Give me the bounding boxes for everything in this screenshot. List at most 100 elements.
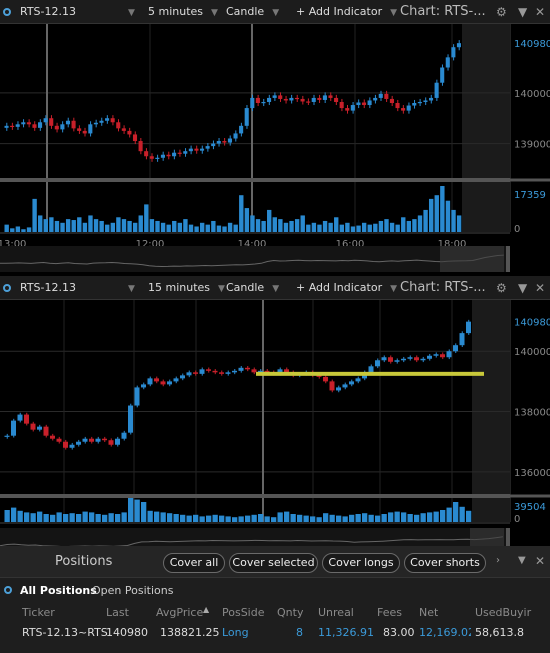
positions-table: Ticker Last AvgPrice ▲ PosSide Qnty Unre…	[0, 602, 550, 653]
candle	[105, 118, 110, 121]
chevron-down-icon: ▼	[272, 284, 280, 294]
cell-qnty: 8	[296, 626, 303, 639]
candle	[355, 378, 361, 382]
volume-bar	[26, 227, 32, 232]
tab-open-positions[interactable]: Open Positions	[92, 584, 173, 597]
candle	[417, 101, 422, 104]
candle	[160, 154, 165, 158]
chevron-down-icon[interactable]: ▼	[518, 555, 526, 566]
volume-bar	[388, 512, 394, 522]
y-tick-label: 139000	[514, 140, 550, 151]
volume-bar	[440, 186, 445, 232]
price-volume-plot[interactable]: 14000013800013600014098039504015:0018:00…	[0, 300, 550, 546]
volume-bar	[227, 222, 233, 232]
column-header-avgprice[interactable]: AvgPrice	[156, 606, 203, 619]
volume-bar	[336, 515, 342, 522]
candle	[205, 146, 210, 149]
cover-selected-button[interactable]: Cover selected	[229, 553, 318, 573]
app-logo-icon	[3, 8, 11, 16]
candle	[428, 97, 434, 101]
candle	[245, 367, 250, 370]
volume-bar	[180, 514, 186, 522]
gear-icon[interactable]: ⚙	[496, 0, 507, 24]
y-tick-label: 138000	[514, 408, 550, 419]
column-header-qnty[interactable]: Qnty	[277, 606, 303, 619]
volume-bar	[43, 219, 48, 232]
candle	[17, 414, 23, 421]
volume-bar	[82, 511, 88, 522]
chart-style-selector[interactable]: Candle ▼	[226, 0, 279, 24]
current-price-label: 140980	[514, 318, 550, 329]
navigator	[0, 528, 510, 546]
chart-panel-15min[interactable]: RTS-12.13 ▼ 15 minutes ▼ Candle ▼ + Add Ind…	[0, 276, 550, 546]
column-header-used-buying[interactable]: UsedBuyir	[475, 606, 548, 619]
interval-selector[interactable]: 5 minutes ▼	[148, 0, 218, 24]
chevron-down-icon[interactable]: ▼	[518, 0, 527, 24]
volume-bar	[60, 222, 65, 232]
candle	[116, 122, 121, 129]
ticker-selector[interactable]: RTS-12.13 ▼	[20, 0, 135, 24]
candle	[323, 376, 328, 382]
volume-bar	[428, 198, 434, 232]
chart-style-selector[interactable]: Candle ▼	[226, 276, 279, 300]
volume-bar	[166, 224, 171, 232]
candle	[414, 357, 419, 361]
candle	[199, 369, 205, 374]
cover-shorts-button[interactable]: Cover shorts	[404, 553, 486, 573]
candle	[433, 354, 439, 356]
volume-bar	[17, 510, 23, 522]
tab-all-positions[interactable]: All Positions	[20, 584, 97, 597]
y-tick-label: 140000	[514, 89, 550, 100]
volume-bar	[167, 513, 173, 522]
close-icon[interactable]: ✕	[535, 0, 545, 24]
volume-bar	[132, 222, 138, 232]
volume-bar	[193, 514, 199, 522]
candle	[60, 124, 65, 130]
close-icon[interactable]: ✕	[535, 276, 545, 300]
cover-longs-button[interactable]: Cover longs	[322, 553, 400, 573]
gear-icon[interactable]: ⚙	[496, 276, 507, 300]
ticker-selector[interactable]: RTS-12.13 ▼	[20, 276, 135, 300]
candle	[38, 122, 43, 128]
volume-bar	[294, 219, 300, 232]
chevron-down-icon: ▼	[272, 8, 280, 18]
volume-bar	[384, 219, 389, 232]
column-header-ticker[interactable]: Ticker	[22, 606, 55, 619]
volume-bar	[183, 219, 188, 232]
price-volume-plot[interactable]: 14000013900014098017359013:00 12:00 14:00 1…	[0, 24, 550, 272]
volume-bar	[250, 215, 255, 232]
candle	[154, 378, 159, 382]
column-header-posside[interactable]: PosSide	[222, 606, 265, 619]
volume-bar	[264, 516, 270, 522]
chart-panel-5min[interactable]: RTS-12.13 ▼ 5 minutes ▼ Candle ▼ + Add Indi…	[0, 0, 550, 272]
column-header-unreal[interactable]: Unreal	[318, 606, 354, 619]
candle	[183, 151, 188, 154]
column-header-net[interactable]: Net	[419, 606, 438, 619]
volume-bar	[420, 513, 426, 522]
candle	[77, 128, 82, 131]
volume-bar	[303, 515, 309, 522]
volume-bar	[4, 510, 10, 522]
volume-bar	[316, 517, 322, 522]
chart-toolbar: RTS-12.13 ▼ 5 minutes ▼ Candle ▼ + Add Indi…	[0, 0, 550, 24]
add-indicator-button[interactable]: + Add Indicator ▼	[296, 276, 397, 300]
candle	[4, 435, 10, 437]
chevron-down-icon[interactable]: ▼	[518, 276, 527, 300]
candle	[466, 321, 471, 334]
close-icon[interactable]: ✕	[535, 554, 545, 568]
column-header-last[interactable]: Last	[106, 606, 129, 619]
candle	[11, 420, 16, 436]
column-header-fees[interactable]: Fees	[377, 606, 402, 619]
candle	[180, 375, 185, 379]
volume-bar	[434, 195, 439, 232]
volume-bar	[322, 220, 328, 232]
chevron-right-icon[interactable]: ›	[496, 555, 500, 566]
cover-all-button[interactable]: Cover all	[163, 553, 225, 573]
interval-selector[interactable]: 15 minutes ▼	[148, 276, 225, 300]
volume-bar	[15, 226, 21, 232]
add-indicator-button[interactable]: + Add Indicator ▼	[296, 0, 397, 24]
candle	[395, 103, 400, 109]
volume-bar	[412, 219, 417, 232]
volume-bar	[110, 222, 116, 232]
candle	[121, 128, 126, 131]
